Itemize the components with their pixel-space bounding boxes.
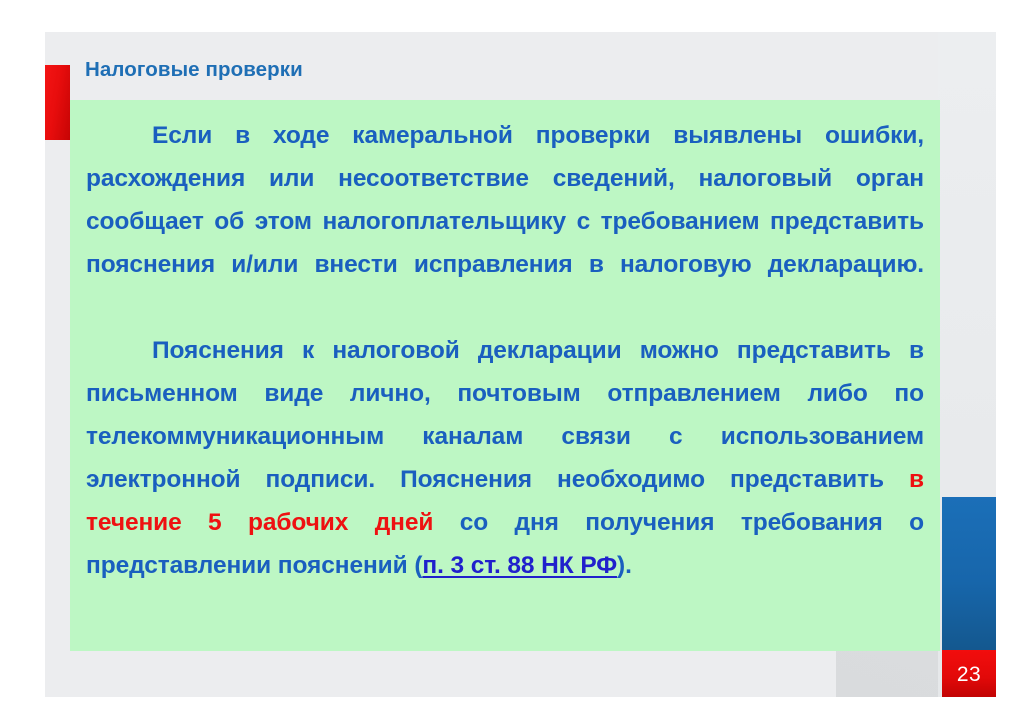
law-reference-link[interactable]: п. 3 ст. 88 НК РФ bbox=[422, 552, 617, 579]
paragraph-one: Если в ходе камеральной проверки выявлен… bbox=[86, 122, 924, 278]
page-title: Налоговые проверки bbox=[85, 58, 303, 81]
paragraph-two-text-lead: Пояснения к налоговой декларации можно п… bbox=[86, 337, 924, 493]
slide-canvas: Налоговые проверки Если в ходе камеральн… bbox=[0, 0, 1024, 723]
slide-body: Налоговые проверки Если в ходе камеральн… bbox=[45, 32, 996, 697]
paragraph-two-text-tail: ). bbox=[617, 552, 632, 579]
page-number-label: 23 bbox=[956, 663, 982, 686]
page-number-blue-bar bbox=[942, 497, 996, 650]
title-accent-bar-icon bbox=[45, 65, 70, 140]
content-panel: Если в ходе камеральной проверки выявлен… bbox=[70, 100, 940, 651]
paragraph-two: Пояснения к налоговой декларации можно п… bbox=[86, 329, 924, 587]
